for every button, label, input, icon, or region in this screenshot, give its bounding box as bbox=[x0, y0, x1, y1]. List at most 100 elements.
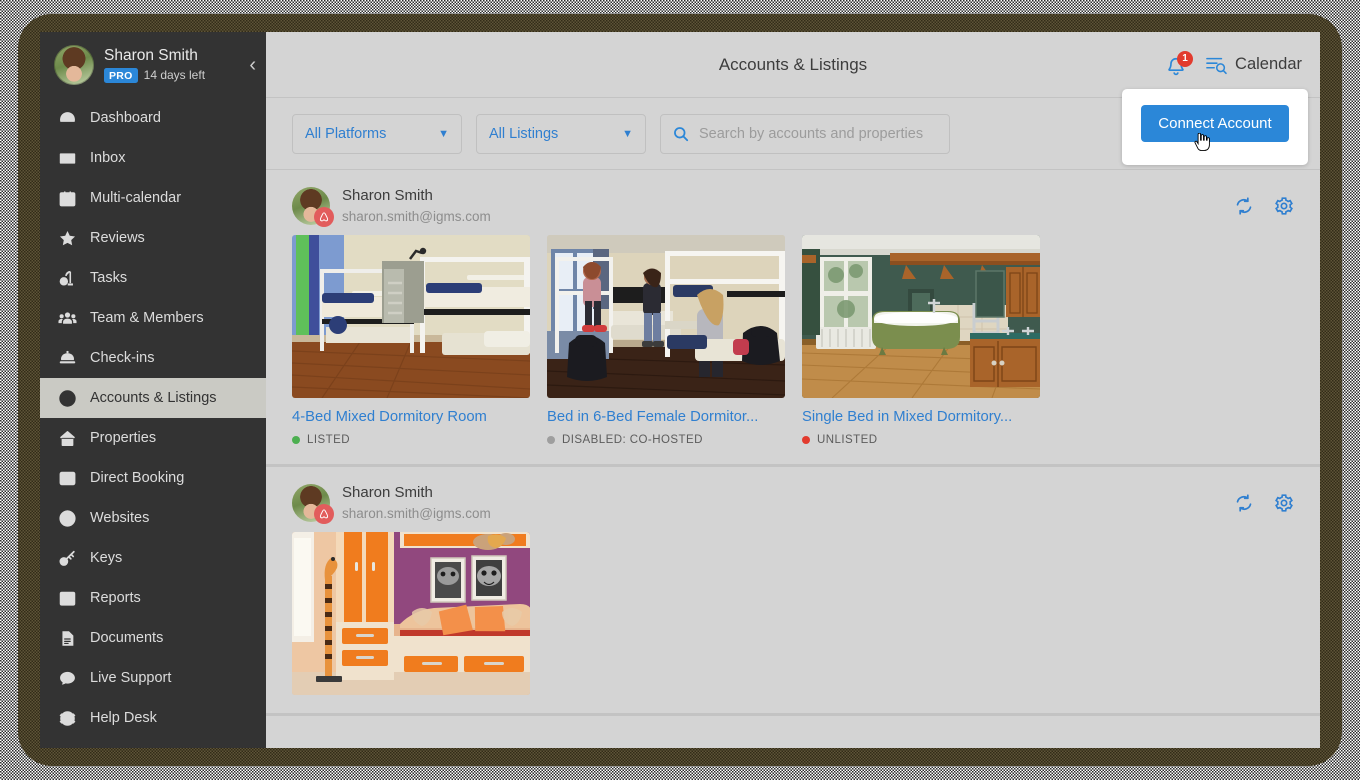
listing-card[interactable] bbox=[292, 532, 530, 696]
chevron-left-icon[interactable]: ‹ bbox=[249, 55, 256, 75]
listing-title[interactable]: Single Bed in Mixed Dormitory... bbox=[802, 409, 1040, 425]
listing-thumbnail[interactable] bbox=[292, 532, 530, 696]
listing-thumbnail[interactable] bbox=[547, 235, 785, 399]
sidebar-item-label: Documents bbox=[90, 630, 164, 646]
listings-filter-value: All Listings bbox=[489, 125, 559, 142]
dashboard-icon bbox=[58, 109, 77, 128]
listing-status: UNLISTED bbox=[802, 434, 1040, 446]
account-email: sharon.smith@igms.com bbox=[342, 505, 491, 521]
listing-card[interactable]: Bed in 6-Bed Female Dormitor... DISABLED:… bbox=[547, 235, 785, 446]
platform-filter-select[interactable]: All Platforms ▼ bbox=[292, 113, 462, 154]
sidebar-item-documents[interactable]: Documents bbox=[40, 618, 266, 658]
calendar-button[interactable]: Calendar bbox=[1205, 55, 1302, 75]
sidebar-item-accounts-listings[interactable]: Accounts & Listings bbox=[40, 378, 266, 418]
search-field-wrapper[interactable] bbox=[660, 113, 950, 154]
page-title: Accounts & Listings bbox=[718, 54, 868, 74]
account-name: Sharon Smith bbox=[342, 187, 433, 204]
status-label: LISTED bbox=[307, 434, 350, 447]
notification-count-badge: 1 bbox=[1177, 50, 1194, 67]
sidebar-item-label: Team & Members bbox=[90, 310, 204, 326]
sidebar-profile[interactable]: Sharon Smith PRO 14 days left ‹ bbox=[40, 32, 266, 98]
sidebar-item-label: Properties bbox=[90, 430, 157, 446]
people-icon bbox=[58, 309, 77, 328]
sync-icon[interactable] bbox=[1234, 196, 1254, 216]
listing-card[interactable]: 4-Bed Mixed Dormitory Room LISTED bbox=[292, 235, 530, 446]
listings-row bbox=[292, 532, 1294, 696]
sidebar-item-reports[interactable]: Reports bbox=[40, 578, 266, 618]
platform-filter-value: All Platforms bbox=[305, 125, 387, 142]
chevron-down-icon: ▼ bbox=[622, 127, 633, 140]
notifications-button[interactable]: 1 bbox=[1165, 50, 1194, 78]
sidebar-item-team-members[interactable]: Team & Members bbox=[40, 298, 266, 338]
accounts-list: Sharon Smith sharon.smith@igms.com 4-Bed M… bbox=[266, 170, 1320, 748]
avatar bbox=[54, 45, 94, 85]
sidebar-item-properties[interactable]: Properties bbox=[40, 418, 266, 458]
sidebar-item-help-desk[interactable]: Help Desk bbox=[40, 698, 266, 738]
status-dot bbox=[547, 436, 555, 445]
trial-days-left: 14 days left bbox=[143, 68, 206, 82]
status-dot bbox=[292, 436, 300, 445]
sidebar-item-check-ins[interactable]: Check-ins bbox=[40, 338, 266, 378]
sidebar-item-keys[interactable]: Keys bbox=[40, 538, 266, 578]
sidebar-item-live-support[interactable]: Live Support bbox=[40, 658, 266, 698]
search-icon bbox=[674, 126, 689, 141]
airbnb-icon bbox=[314, 206, 334, 227]
vacuum-icon bbox=[58, 269, 77, 288]
sidebar-item-websites[interactable]: Websites bbox=[40, 498, 266, 538]
account-header: Sharon Smith sharon.smith@igms.com bbox=[292, 170, 1294, 235]
listing-thumbnail[interactable] bbox=[802, 235, 1040, 399]
sidebar-item-label: Help Desk bbox=[90, 710, 157, 726]
app-window: Sharon Smith PRO 14 days left ‹ Dashboar… bbox=[40, 32, 1320, 748]
home-icon bbox=[58, 429, 77, 448]
sidebar-item-dashboard[interactable]: Dashboard bbox=[40, 98, 266, 138]
account-name: Sharon Smith bbox=[342, 484, 433, 502]
document-icon bbox=[58, 629, 77, 648]
listing-status: DISABLED: CO-HOSTED bbox=[547, 434, 785, 446]
chat-icon bbox=[58, 669, 77, 688]
account-header: Sharon Smith sharon.smith@igms.com bbox=[292, 467, 1294, 532]
sidebar-item-direct-booking[interactable]: Direct Booking bbox=[40, 458, 266, 498]
search-input[interactable] bbox=[699, 125, 937, 142]
calendar-label: Calendar bbox=[1235, 55, 1302, 73]
sidebar-item-label: Live Support bbox=[90, 670, 172, 686]
listing-title[interactable]: 4-Bed Mixed Dormitory Room bbox=[292, 409, 530, 425]
bar-chart-icon bbox=[58, 589, 77, 608]
sync-icon[interactable] bbox=[1234, 493, 1254, 513]
avatar bbox=[292, 483, 334, 524]
status-label: UNLISTED bbox=[817, 434, 878, 447]
avatar bbox=[292, 186, 334, 227]
listing-card[interactable]: Single Bed in Mixed Dormitory... UNLISTED bbox=[802, 235, 1040, 446]
sidebar-item-label: Inbox bbox=[90, 150, 126, 166]
listing-title[interactable]: Bed in 6-Bed Female Dormitor... bbox=[547, 409, 785, 425]
account-block: Sharon Smith sharon.smith@igms.com bbox=[266, 467, 1320, 717]
sidebar-item-label: Keys bbox=[90, 550, 123, 566]
calendar-search-icon bbox=[1206, 57, 1227, 74]
profile-name: Sharon Smith bbox=[104, 46, 198, 64]
sidebar-item-multi-calendar[interactable]: Multi-calendar bbox=[40, 178, 266, 218]
sidebar-item-label: Reviews bbox=[90, 230, 145, 246]
lifebuoy-icon bbox=[58, 709, 77, 728]
sidebar-item-tasks[interactable]: Tasks bbox=[40, 258, 266, 298]
chevron-down-icon: ▼ bbox=[438, 127, 449, 140]
filter-bar: All Platforms ▼ All Listings ▼ Connect A… bbox=[266, 89, 1320, 170]
status-dot bbox=[802, 436, 810, 445]
globe-icon bbox=[58, 509, 77, 528]
connect-account-highlight: Connect Account bbox=[1122, 89, 1308, 165]
settings-gear-icon[interactable] bbox=[1274, 493, 1294, 513]
main-panel: Accounts & Listings 1 Calendar All Platf… bbox=[266, 32, 1320, 748]
sidebar-item-inbox[interactable]: Inbox bbox=[40, 138, 266, 178]
listing-thumbnail[interactable] bbox=[292, 235, 530, 399]
key-icon bbox=[58, 549, 77, 568]
star-icon bbox=[58, 229, 77, 248]
sidebar-item-label: Multi-calendar bbox=[90, 190, 182, 206]
settings-gear-icon[interactable] bbox=[1274, 196, 1294, 216]
listings-filter-select[interactable]: All Listings ▼ bbox=[476, 113, 646, 154]
sidebar-item-reviews[interactable]: Reviews bbox=[40, 218, 266, 258]
listing-status: LISTED bbox=[292, 434, 530, 446]
bell-desk-icon bbox=[58, 349, 77, 368]
connect-account-button[interactable]: Connect Account bbox=[1141, 104, 1289, 142]
calendar-icon bbox=[58, 189, 77, 208]
sidebar-item-label: Direct Booking bbox=[90, 470, 185, 486]
airbnb-icon bbox=[314, 503, 334, 524]
account-email: sharon.smith@igms.com bbox=[342, 208, 491, 224]
